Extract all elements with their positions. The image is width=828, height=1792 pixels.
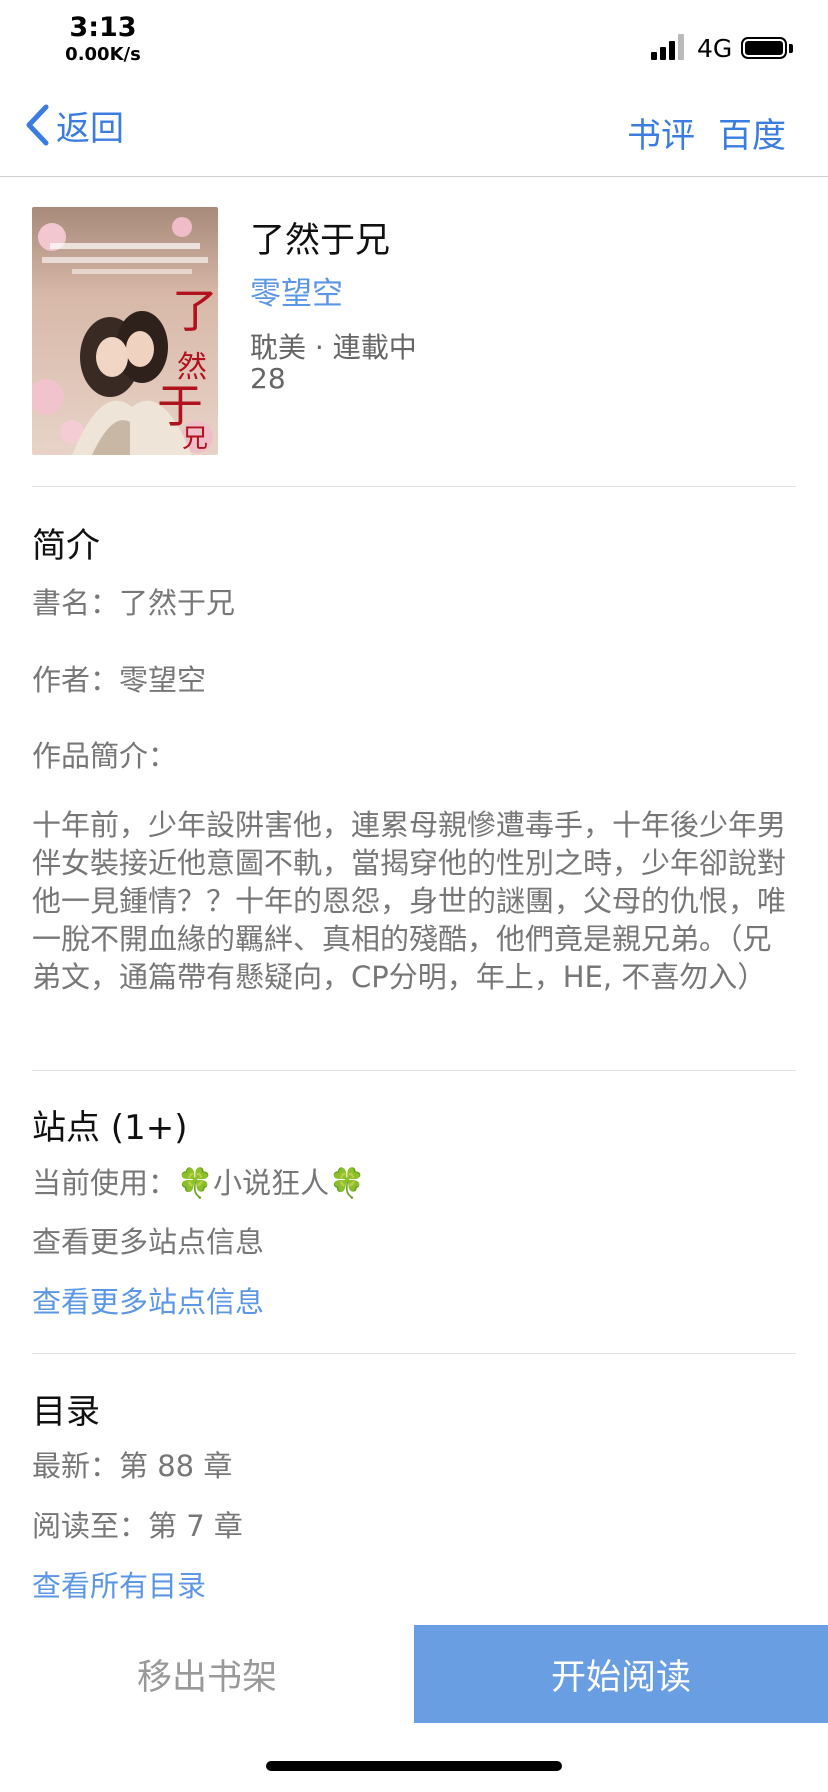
- book-name-line: 書名：了然于兄: [32, 586, 236, 620]
- book-title: 了然于兄: [250, 221, 391, 261]
- latest-chapter: 最新：第 88 章: [32, 1449, 233, 1483]
- status-time: 3:13: [69, 12, 137, 43]
- toc-heading: 目录: [32, 1392, 100, 1432]
- book-genre-status: 耽美 · 連載中: [250, 331, 417, 364]
- signal-icon: [651, 34, 685, 60]
- intro-heading: 简介: [32, 526, 100, 566]
- network-type: 4G: [697, 34, 733, 63]
- book-author-line: 作者：零望空: [32, 663, 207, 697]
- sites-heading: 站点 (1+): [32, 1108, 188, 1148]
- remove-from-shelf-button[interactable]: 移出书架: [0, 1625, 414, 1723]
- svg-text:兄: 兄: [182, 424, 208, 454]
- site-info-link[interactable]: 查看更多站点信息: [32, 1279, 264, 1321]
- synopsis-label: 作品簡介：: [32, 739, 178, 773]
- divider: [32, 486, 796, 487]
- book-count: 28: [250, 362, 286, 395]
- back-button[interactable]: 返回: [24, 100, 124, 150]
- navigation-bar: 返回 书评 百度: [0, 78, 828, 177]
- home-indicator[interactable]: [266, 1761, 562, 1771]
- current-site-name: 🍀小说狂人🍀: [177, 1166, 366, 1200]
- divider: [32, 1353, 796, 1354]
- bottom-action-bar: 移出书架 开始阅读: [0, 1625, 828, 1723]
- svg-text:了: 了: [172, 284, 218, 338]
- view-all-toc-link[interactable]: 查看所有目录: [32, 1563, 206, 1605]
- chevron-left-icon: [26, 104, 49, 146]
- back-label: 返回: [56, 108, 124, 149]
- book-author-link[interactable]: 零望空: [250, 268, 343, 313]
- battery-tip: [789, 44, 793, 53]
- book-review-button[interactable]: 书评: [627, 108, 695, 157]
- site-info-text: 查看更多站点信息: [32, 1225, 265, 1259]
- read-progress: 阅读至：第 7 章: [32, 1509, 243, 1543]
- battery-icon: [741, 37, 787, 59]
- current-site-line: 当前使用：🍀小说狂人🍀: [32, 1160, 365, 1202]
- current-site-label: 当前使用：: [32, 1166, 178, 1200]
- book-cover-image: 了 然 于 兄: [32, 207, 218, 455]
- synopsis-text: 十年前，少年設阱害他，連累母親慘遭毒手，十年後少年男伴女裝接近他意圖不軌，當揭穿…: [32, 808, 787, 994]
- divider: [32, 1070, 796, 1071]
- network-speed: 0.00K/s: [65, 44, 141, 65]
- baidu-button[interactable]: 百度: [718, 108, 786, 157]
- start-reading-button[interactable]: 开始阅读: [414, 1625, 828, 1723]
- status-bar: 3:13 0.00K/s 4G: [0, 0, 828, 78]
